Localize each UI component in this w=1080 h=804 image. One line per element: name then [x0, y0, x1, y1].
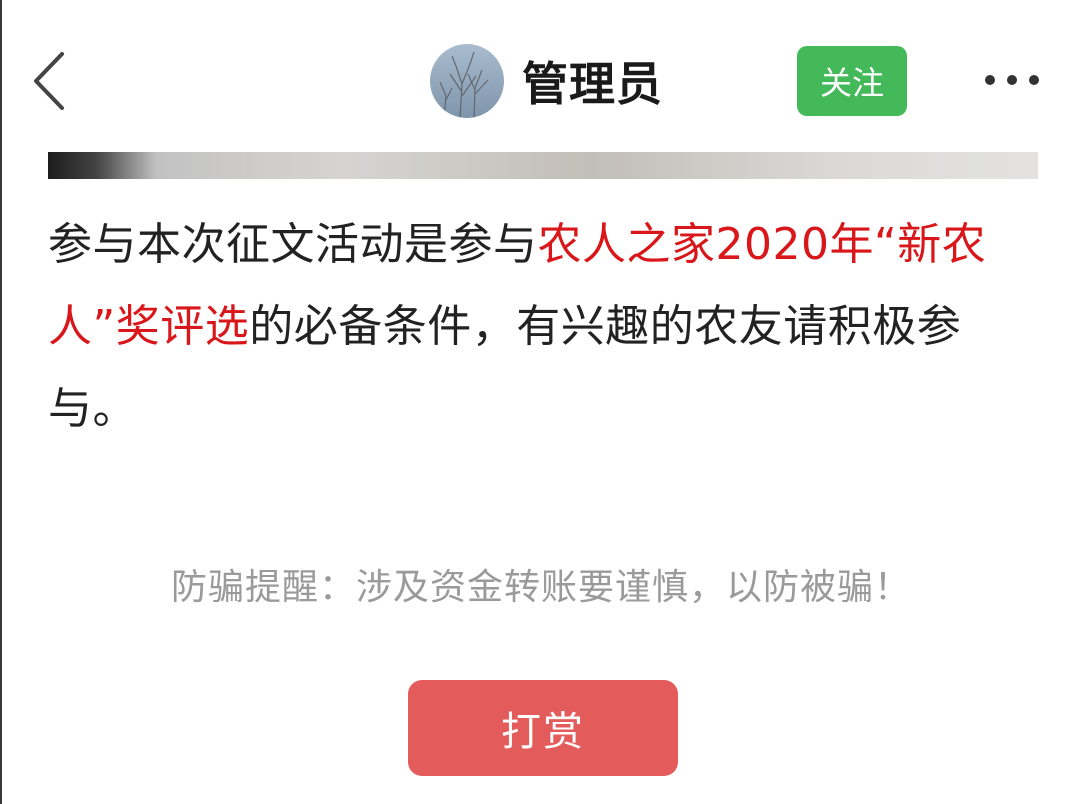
article-body: 参与本次征文活动是参与农人之家2020年“新农人”奖评选的必备条件，有兴趣的农友…	[48, 204, 1038, 450]
avatar[interactable]	[430, 44, 504, 118]
author-info[interactable]: 管理员	[430, 44, 663, 118]
article-page: 管理员 关注 参与本次征文活动是参与农人之家2020年“新农人”奖评选的必备条件…	[0, 0, 1080, 804]
fraud-warning: 防骗提醒：涉及资金转账要谨慎，以防被骗！	[170, 567, 911, 608]
author-name[interactable]: 管理员	[522, 48, 663, 114]
article-image	[48, 152, 1038, 179]
more-button[interactable]	[980, 62, 1044, 98]
chevron-left-icon	[34, 52, 64, 110]
article-text: 参与本次征文活动是参与	[48, 219, 538, 270]
reward-button[interactable]: 打赏	[408, 680, 678, 776]
follow-button[interactable]: 关注	[797, 46, 907, 116]
back-button[interactable]	[26, 48, 76, 114]
more-dots-icon	[985, 75, 1039, 85]
top-bar: 管理员 关注	[2, 0, 1080, 150]
